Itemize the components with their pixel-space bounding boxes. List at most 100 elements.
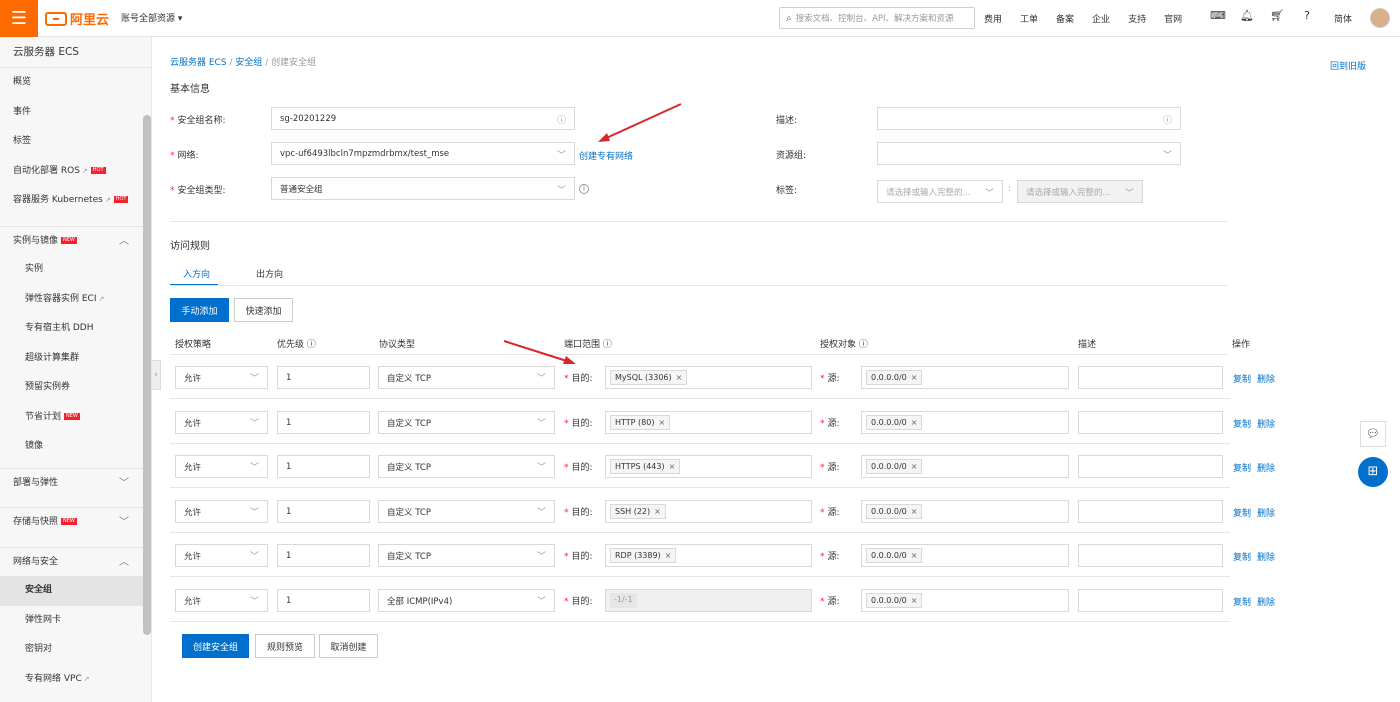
priority-input[interactable]: 1	[277, 366, 370, 389]
rule-description-input[interactable]	[1078, 366, 1223, 389]
close-icon[interactable]: ×	[665, 551, 672, 560]
account-resource-selector[interactable]: 账号全部资源 ▾	[121, 11, 182, 24]
sidebar-item-ddh[interactable]: 专有宿主机 DDH	[0, 314, 151, 344]
delete-rule-link[interactable]: 删除	[1257, 550, 1275, 563]
rules-preview-button[interactable]: 规则预览	[255, 634, 315, 658]
nav-support[interactable]: 支持	[1128, 12, 1146, 25]
sidebar-item-savings-plan[interactable]: 节省计划 NEW	[0, 403, 151, 433]
port-range-input[interactable]: HTTP (80) ×	[605, 411, 812, 434]
create-security-group-button[interactable]: 创建安全组	[182, 634, 249, 658]
sidebar-group-deploy[interactable]: 部署与弹性 ﹀	[0, 467, 151, 498]
protocol-select[interactable]: 自定义 TCP ﹀	[378, 411, 555, 434]
policy-select[interactable]: 允许 ﹀	[175, 589, 268, 612]
cancel-create-button[interactable]: 取消创建	[319, 634, 378, 658]
close-icon[interactable]: ×	[669, 462, 676, 471]
sidebar-group-instances[interactable]: 实例与镜像 NEW ︿	[0, 225, 151, 256]
sidebar-collapse-handle[interactable]: ‹	[152, 360, 161, 390]
rule-description-input[interactable]	[1078, 544, 1223, 567]
protocol-select[interactable]: 自定义 TCP ﹀	[378, 500, 555, 523]
copy-rule-link[interactable]: 复制	[1233, 550, 1251, 563]
copy-rule-link[interactable]: 复制	[1233, 595, 1251, 608]
help-icon[interactable]: ?	[1300, 9, 1314, 22]
authorization-object-input[interactable]: 0.0.0.0/0 ×	[861, 455, 1069, 478]
port-range-input[interactable]: SSH (22) ×	[605, 500, 812, 523]
chat-icon[interactable]: 💬︎	[1360, 421, 1386, 447]
policy-select[interactable]: 允许 ﹀	[175, 411, 268, 434]
resource-group-select[interactable]: ﹀	[877, 142, 1181, 165]
aliyun-logo[interactable]: 阿里云	[45, 9, 109, 28]
apps-grid-icon[interactable]: ⊞	[1358, 457, 1388, 487]
sidebar-item-scc[interactable]: 超级计算集群	[0, 344, 151, 374]
breadcrumb-ecs[interactable]: 云服务器 ECS	[170, 58, 227, 68]
port-range-input[interactable]: HTTPS (443) ×	[605, 455, 812, 478]
manual-add-button[interactable]: 手动添加	[170, 298, 229, 322]
tab-inbound[interactable]: 入方向	[183, 267, 210, 280]
priority-input[interactable]: 1	[277, 544, 370, 567]
sidebar-item-images[interactable]: 镜像	[0, 432, 151, 462]
authorization-object-input[interactable]: 0.0.0.0/0 ×	[861, 500, 1069, 523]
language-switch[interactable]: 简体	[1334, 12, 1352, 25]
nav-tickets[interactable]: 工单	[1020, 12, 1038, 25]
priority-input[interactable]: 1	[277, 411, 370, 434]
breadcrumb-security-group[interactable]: 安全组	[235, 58, 262, 68]
close-icon[interactable]: ×	[911, 507, 918, 516]
protocol-select[interactable]: 自定义 TCP ﹀	[378, 366, 555, 389]
avatar[interactable]	[1370, 8, 1390, 28]
priority-input[interactable]: 1	[277, 455, 370, 478]
authorization-object-input[interactable]: 0.0.0.0/0 ×	[861, 544, 1069, 567]
rule-description-input[interactable]	[1078, 589, 1223, 612]
sidebar-item-eci[interactable]: 弹性容器实例 ECI ↗	[0, 285, 151, 315]
delete-rule-link[interactable]: 删除	[1257, 506, 1275, 519]
info-icon[interactable]: i	[579, 184, 589, 194]
authorization-object-input[interactable]: 0.0.0.0/0 ×	[861, 411, 1069, 434]
terminal-icon[interactable]: ⌨	[1210, 9, 1226, 22]
policy-select[interactable]: 允许 ﹀	[175, 455, 268, 478]
priority-input[interactable]: 1	[277, 589, 370, 612]
security-group-type-select[interactable]: 普通安全组 ﹀	[271, 177, 575, 200]
close-icon[interactable]: ×	[911, 551, 918, 560]
protocol-select[interactable]: 全部 ICMP(IPv4) ﹀	[378, 589, 555, 612]
sidebar-item-reserved[interactable]: 预留实例券	[0, 373, 151, 403]
tag-key-select[interactable]: 请选择或输入完整的... ﹀	[877, 180, 1003, 203]
bell-icon[interactable]: 🔔︎	[1240, 9, 1254, 22]
menu-icon[interactable]: ☰	[0, 0, 38, 37]
copy-rule-link[interactable]: 复制	[1233, 506, 1251, 519]
port-range-input[interactable]: MySQL (3306) ×	[605, 366, 812, 389]
nav-icp[interactable]: 备案	[1056, 12, 1074, 25]
quick-add-button[interactable]: 快速添加	[234, 298, 293, 322]
close-icon[interactable]: ×	[911, 418, 918, 427]
description-input[interactable]: ⓘ	[877, 107, 1181, 130]
sidebar-group-network[interactable]: 网络与安全 ︿	[0, 546, 151, 577]
sidebar-item-events[interactable]: 事件	[0, 98, 151, 128]
tab-outbound[interactable]: 出方向	[256, 267, 283, 280]
security-group-name-input[interactable]: sg-20201229 ⓘ	[271, 107, 575, 130]
rule-description-input[interactable]	[1078, 500, 1223, 523]
sidebar-item-instances[interactable]: 实例	[0, 255, 151, 285]
sidebar-item-kubernetes[interactable]: 容器服务 Kubernetes ↗ HOT	[0, 186, 151, 216]
nav-fees[interactable]: 费用	[984, 12, 1002, 25]
nav-enterprise[interactable]: 企业	[1092, 12, 1110, 25]
delete-rule-link[interactable]: 删除	[1257, 461, 1275, 474]
global-search-input[interactable]: ⌕ 搜索文档、控制台、API、解决方案和资源	[779, 7, 975, 29]
close-icon[interactable]: ×	[911, 373, 918, 382]
delete-rule-link[interactable]: 删除	[1257, 417, 1275, 430]
cart-icon[interactable]: 🛒︎	[1270, 9, 1284, 22]
port-range-input[interactable]: RDP (3389) ×	[605, 544, 812, 567]
policy-select[interactable]: 允许 ﹀	[175, 366, 268, 389]
rule-description-input[interactable]	[1078, 455, 1223, 478]
authorization-object-input[interactable]: 0.0.0.0/0 ×	[861, 366, 1069, 389]
close-icon[interactable]: ×	[676, 373, 683, 382]
create-vpc-link[interactable]: 创建专有网络	[579, 149, 633, 162]
authorization-object-input[interactable]: 0.0.0.0/0 ×	[861, 589, 1069, 612]
copy-rule-link[interactable]: 复制	[1233, 461, 1251, 474]
policy-select[interactable]: 允许 ﹀	[175, 544, 268, 567]
sidebar-scrollbar[interactable]	[143, 115, 151, 635]
policy-select[interactable]: 允许 ﹀	[175, 500, 268, 523]
tag-value-select[interactable]: 请选择或输入完整的... ﹀	[1017, 180, 1143, 203]
copy-rule-link[interactable]: 复制	[1233, 417, 1251, 430]
rule-description-input[interactable]	[1078, 411, 1223, 434]
copy-rule-link[interactable]: 复制	[1233, 372, 1251, 385]
close-icon[interactable]: ×	[911, 462, 918, 471]
close-icon[interactable]: ×	[654, 507, 661, 516]
close-icon[interactable]: ×	[911, 596, 918, 605]
